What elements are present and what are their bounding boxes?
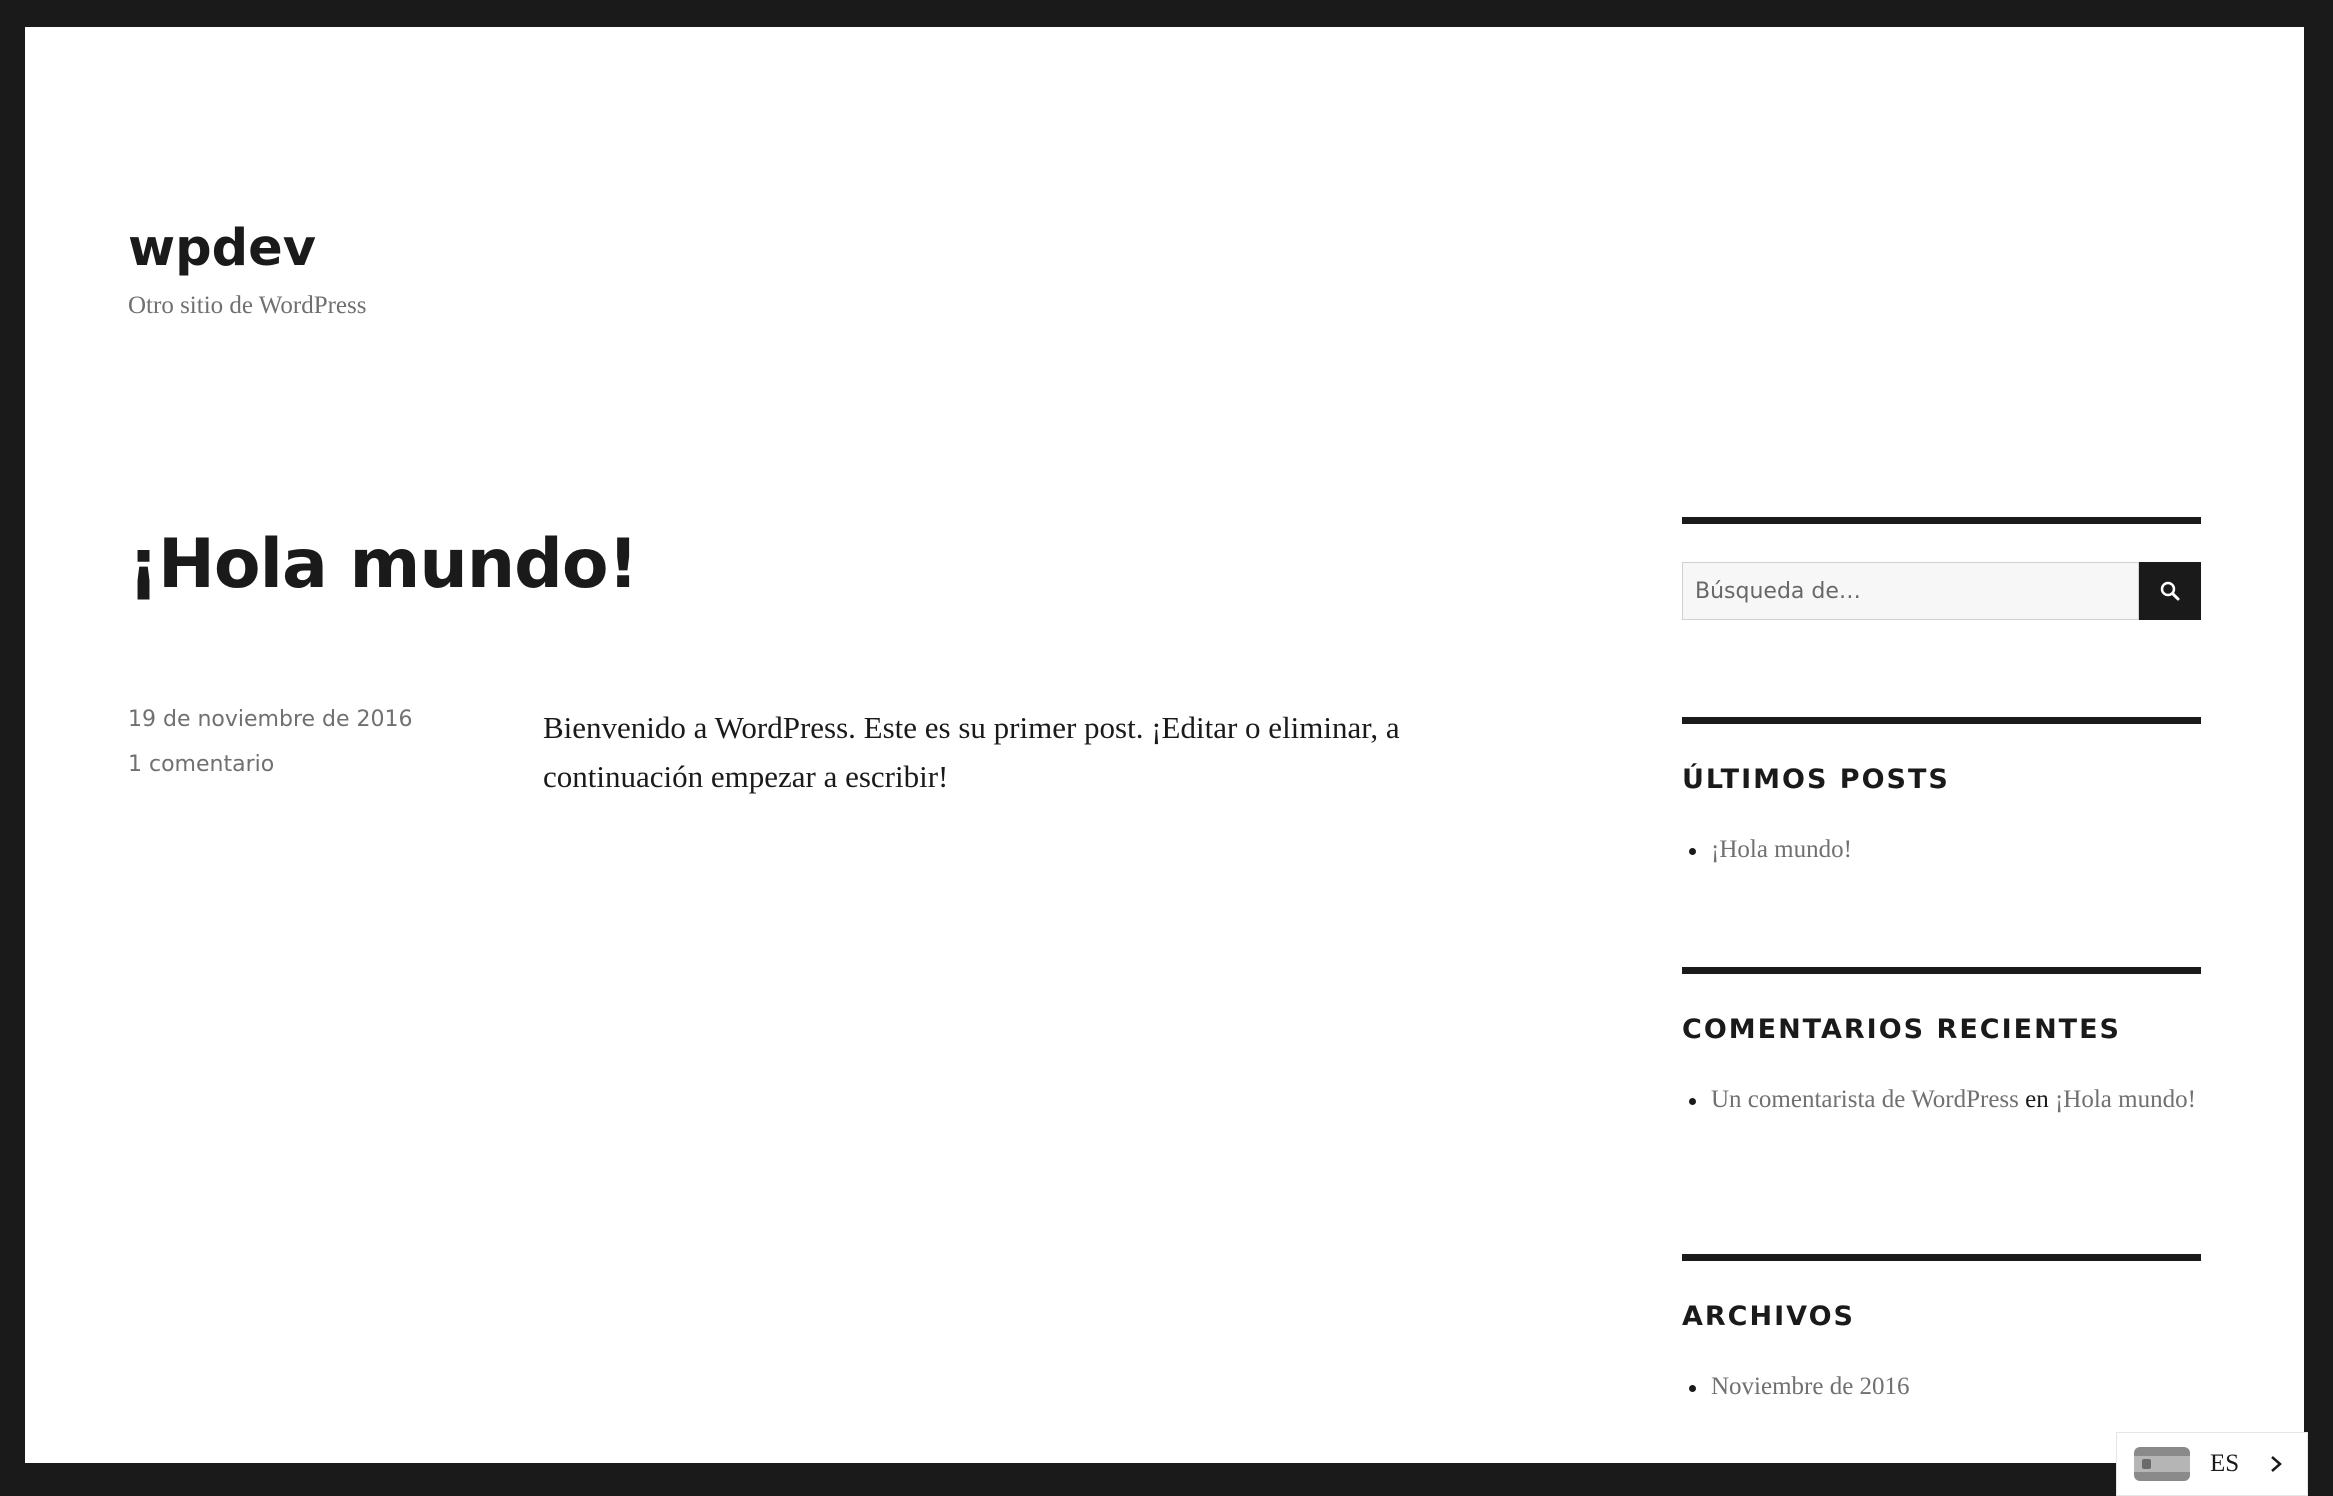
archive-link[interactable]: Noviembre de 2016: [1711, 1373, 1910, 1400]
list-item: ¡Hola mundo!: [1682, 832, 2201, 868]
recent-posts-widget: Últimos posts ¡Hola mundo!: [1682, 717, 2201, 868]
comment-connector: en: [2025, 1086, 2049, 1113]
post-date-link[interactable]: 19 de noviembre de 2016: [128, 707, 413, 732]
site-title[interactable]: wpdev: [128, 223, 367, 274]
archives-list: Noviembre de 2016: [1682, 1369, 2201, 1405]
recent-post-link[interactable]: ¡Hola mundo!: [1711, 836, 1852, 863]
recent-comments-title: Comentarios recientes: [1682, 1014, 2121, 1045]
archives-widget: Archivos Noviembre de 2016: [1682, 1254, 2201, 1405]
post-title[interactable]: ¡Hola mundo!: [128, 524, 639, 606]
recent-comments-widget: Comentarios recientes Un comentarista de…: [1682, 967, 2201, 1118]
archives-title: Archivos: [1682, 1301, 1855, 1332]
chevron-right-icon: [2269, 1454, 2283, 1474]
page-content: wpdev Otro sitio de WordPress ¡Hola mund…: [25, 27, 2304, 1463]
search-icon: [2160, 581, 2180, 601]
site-header: wpdev Otro sitio de WordPress: [128, 223, 367, 320]
search-form: [1682, 562, 2201, 620]
site-description: Otro sitio de WordPress: [128, 292, 367, 319]
post-comments-link[interactable]: 1 comentario: [128, 752, 413, 777]
comment-post-link[interactable]: ¡Hola mundo!: [2055, 1086, 2196, 1113]
search-input[interactable]: [1682, 562, 2140, 620]
language-code: ES: [2210, 1450, 2240, 1477]
recent-comments-list: Un comentarista de WordPress en ¡Hola mu…: [1682, 1082, 2201, 1118]
recent-posts-list: ¡Hola mundo!: [1682, 832, 2201, 868]
recent-posts-title: Últimos posts: [1682, 764, 1950, 795]
post-meta: 19 de noviembre de 2016 1 comentario: [128, 707, 413, 777]
comment-author-link[interactable]: Un comentarista de WordPress: [1711, 1086, 2019, 1113]
search-widget: [1682, 517, 2201, 620]
list-item: Noviembre de 2016: [1682, 1369, 2201, 1405]
post-content: Bienvenido a WordPress. Este es su prime…: [543, 710, 1400, 794]
search-button[interactable]: [2139, 562, 2201, 620]
spain-flag-icon: [2134, 1447, 2190, 1481]
list-item: Un comentarista de WordPress en ¡Hola mu…: [1682, 1082, 2201, 1118]
language-switcher[interactable]: ES: [2116, 1432, 2308, 1496]
